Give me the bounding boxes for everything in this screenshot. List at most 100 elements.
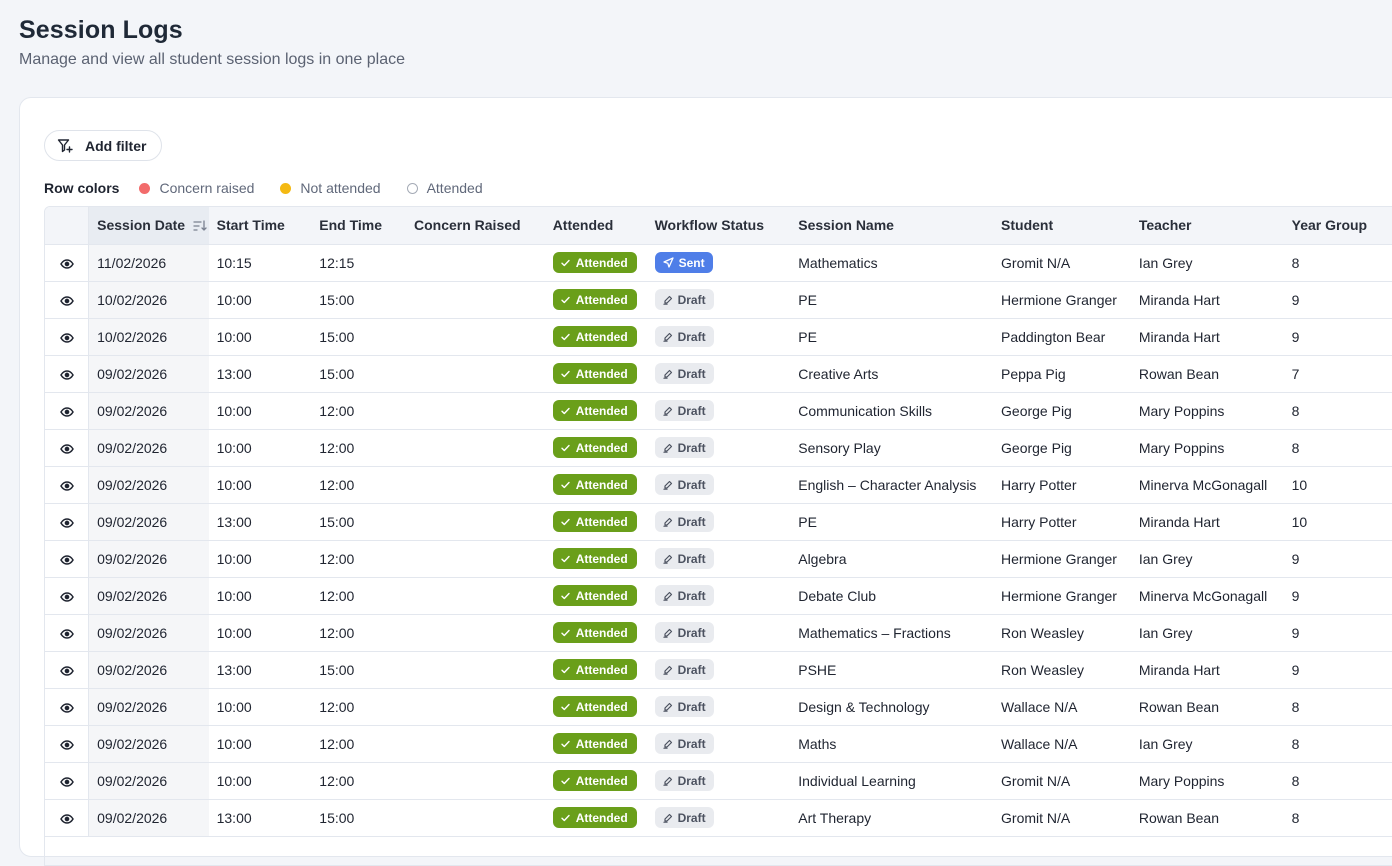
- student-cell: Wallace N/A: [993, 725, 1131, 763]
- workflow-status-badge: Draft: [654, 326, 714, 347]
- session-date-cell: 09/02/2026: [88, 429, 209, 467]
- view-row-cell[interactable]: [45, 466, 90, 504]
- workflow-status-cell: Draft: [646, 466, 791, 504]
- table-row[interactable]: 09/02/2026 13:00 15:00 Attended Draft PSHE Ron…: [45, 651, 1392, 689]
- page-header: Session Logs Manage and view all student…: [19, 16, 405, 69]
- eye-icon[interactable]: [59, 296, 74, 306]
- start-time-cell: 10:00: [208, 318, 312, 356]
- table-row[interactable]: 09/02/2026 10:00 12:00 Attended Draft Design …: [45, 688, 1392, 726]
- view-row-cell[interactable]: [45, 429, 90, 467]
- workflow-status-badge: Draft: [654, 289, 714, 310]
- column-header-session-name[interactable]: Session Name: [790, 207, 994, 245]
- column-header-teacher[interactable]: Teacher: [1130, 207, 1284, 245]
- eye-icon[interactable]: [59, 629, 74, 639]
- view-row-cell[interactable]: [45, 503, 90, 541]
- eye-icon[interactable]: [59, 333, 74, 343]
- row-colors-legend: Row colors Concern raised Not attended A…: [44, 180, 509, 196]
- eye-icon[interactable]: [59, 592, 74, 602]
- eye-icon[interactable]: [59, 740, 74, 750]
- eye-icon[interactable]: [59, 259, 74, 269]
- attended-cell: Attended: [544, 540, 647, 578]
- check-icon: [560, 296, 570, 303]
- table-row[interactable]: 09/02/2026 13:00 15:00 Attended Draft PE Harry…: [45, 503, 1392, 541]
- view-row-cell[interactable]: [45, 762, 90, 800]
- table-row[interactable]: 09/02/2026 10:00 12:00 Attended Draft English…: [45, 466, 1392, 504]
- workflow-status-badge: Draft: [654, 807, 714, 828]
- view-row-cell[interactable]: [45, 799, 90, 837]
- start-time-cell: 10:00: [208, 392, 312, 430]
- workflow-status-cell: Draft: [646, 318, 791, 356]
- column-header-workflow-status[interactable]: Workflow Status: [646, 207, 791, 245]
- eye-icon[interactable]: [59, 407, 74, 417]
- attended-cell: Attended: [544, 762, 647, 800]
- column-header-attended[interactable]: Attended: [544, 207, 647, 245]
- student-cell: Peppa Pig: [993, 355, 1131, 393]
- concern-raised-cell: [405, 614, 545, 652]
- table-row[interactable]: 11/02/2026 10:15 12:15 Attended Sent Mathemat…: [45, 244, 1392, 282]
- table-row[interactable]: 09/02/2026 10:00 12:00 Attended Draft Communi…: [45, 392, 1392, 430]
- view-row-cell[interactable]: [45, 318, 90, 356]
- view-row-cell[interactable]: [45, 577, 90, 615]
- teacher-cell: Mary Poppins: [1130, 392, 1284, 430]
- session-logs-table: Session Date Start Time End Time Concern…: [44, 206, 1392, 866]
- eye-icon[interactable]: [59, 666, 74, 676]
- table-row[interactable]: 09/02/2026 13:00 15:00 Attended Draft Creativ…: [45, 355, 1392, 393]
- eye-icon[interactable]: [59, 518, 74, 528]
- attended-cell: Attended: [544, 355, 647, 393]
- end-time-cell: 12:00: [311, 540, 406, 578]
- table-row[interactable]: 10/02/2026 10:00 15:00 Attended Draft PE Hermi…: [45, 281, 1392, 319]
- table-row[interactable]: 09/02/2026 10:00 12:00 Attended Draft Individ…: [45, 762, 1392, 800]
- eye-icon[interactable]: [59, 703, 74, 713]
- edit-icon: [662, 406, 672, 416]
- session-name-cell: PE: [790, 281, 994, 319]
- workflow-status-cell: Draft: [646, 799, 791, 837]
- workflow-status-label: Draft: [677, 366, 706, 381]
- workflow-status-badge: Draft: [654, 400, 714, 421]
- session-date-cell: 09/02/2026: [88, 725, 209, 763]
- view-row-cell[interactable]: [45, 688, 90, 726]
- session-name-cell: Algebra: [790, 540, 994, 578]
- attended-badge: Attended: [552, 807, 637, 828]
- column-header-session-date[interactable]: Session Date: [88, 207, 209, 245]
- year-group-cell: 8: [1283, 725, 1392, 763]
- view-row-cell[interactable]: [45, 392, 90, 430]
- table-row[interactable]: 09/02/2026 10:00 12:00 Attended Draft Mathema…: [45, 614, 1392, 652]
- eye-icon[interactable]: [59, 814, 74, 824]
- column-header-student[interactable]: Student: [993, 207, 1131, 245]
- attended-cell: Attended: [544, 799, 647, 837]
- eye-icon[interactable]: [59, 444, 74, 454]
- eye-icon[interactable]: [59, 481, 74, 491]
- attended-badge: Attended: [552, 289, 637, 310]
- view-row-cell[interactable]: [45, 281, 90, 319]
- add-filter-button[interactable]: Add filter: [44, 130, 162, 161]
- concern-raised-cell: [405, 281, 545, 319]
- attended-badge-label: Attended: [575, 329, 628, 344]
- eye-icon[interactable]: [59, 555, 74, 565]
- table-row[interactable]: 09/02/2026 10:00 12:00 Attended Draft Debate …: [45, 577, 1392, 615]
- workflow-status-label: Sent: [678, 255, 705, 270]
- table-row[interactable]: 09/02/2026 13:00 15:00 Attended Draft Art The…: [45, 799, 1392, 837]
- table-row[interactable]: 10/02/2026 10:00 15:00 Attended Draft PE Paddi…: [45, 318, 1392, 356]
- workflow-status-cell: Draft: [646, 392, 791, 430]
- attended-badge-label: Attended: [575, 440, 628, 455]
- column-header-concern-raised[interactable]: Concern Raised: [405, 207, 545, 245]
- view-row-cell[interactable]: [45, 355, 90, 393]
- teacher-cell: Miranda Hart: [1130, 503, 1284, 541]
- attended-cell: Attended: [544, 318, 647, 356]
- eye-icon[interactable]: [59, 777, 74, 787]
- view-row-cell[interactable]: [45, 725, 90, 763]
- view-row-cell[interactable]: [45, 614, 90, 652]
- column-header-year-group[interactable]: Year Group: [1283, 207, 1392, 245]
- sort-descending-icon[interactable]: [193, 220, 207, 232]
- column-header-end-time[interactable]: End Time: [311, 207, 406, 245]
- eye-icon[interactable]: [59, 370, 74, 380]
- view-row-cell[interactable]: [45, 651, 90, 689]
- year-group-cell: 9: [1283, 318, 1392, 356]
- table-row[interactable]: 09/02/2026 10:00 12:00 Attended Draft Maths Wa…: [45, 725, 1392, 763]
- table-row[interactable]: 09/02/2026 10:00 12:00 Attended Draft Sensory…: [45, 429, 1392, 467]
- view-row-cell[interactable]: [45, 540, 90, 578]
- view-row-cell[interactable]: [45, 244, 90, 282]
- table-row[interactable]: 09/02/2026 10:00 12:00 Attended Draft Algebra…: [45, 540, 1392, 578]
- edit-icon: [662, 591, 672, 601]
- column-header-start-time[interactable]: Start Time: [208, 207, 312, 245]
